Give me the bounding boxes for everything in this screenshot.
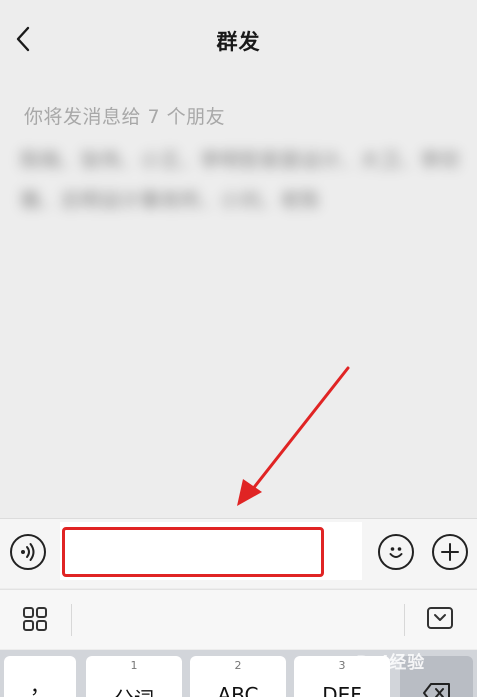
keyboard-toolbar: [0, 589, 477, 649]
grid-icon: [23, 607, 47, 631]
key-2-abc[interactable]: 2 ABC: [190, 656, 286, 697]
watermark: Bai经验: [356, 653, 426, 673]
key-1-fenci[interactable]: 1 分词: [86, 656, 182, 697]
backspace-icon: [423, 683, 450, 697]
toolbar-divider: [71, 604, 72, 636]
keyboard-menu-button[interactable]: [22, 606, 48, 636]
comma-key[interactable]: ，: [4, 656, 76, 697]
hide-keyboard-button[interactable]: [426, 606, 454, 634]
keyboard-collapse-icon: [427, 607, 453, 629]
toolbar-divider: [404, 604, 405, 636]
